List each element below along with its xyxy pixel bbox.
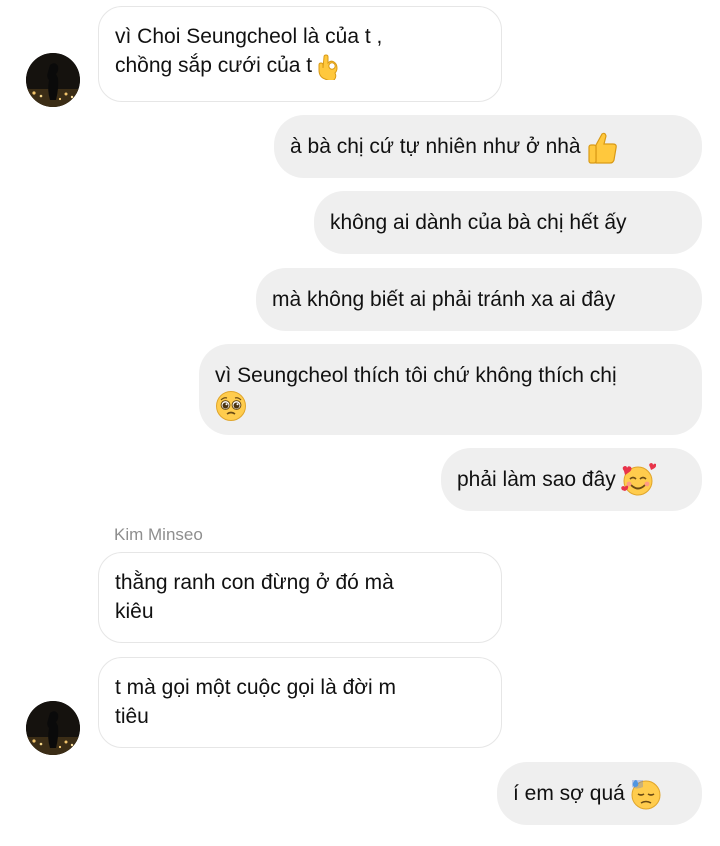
message-text-line: chồng sắp cưới của t <box>115 51 483 81</box>
outgoing-message[interactable]: í em sợ quá <box>497 762 702 825</box>
message-text-line: t mà gọi một cuộc gọi là đời m <box>115 676 397 699</box>
message-text: à bà chị cứ tự nhiên như ở nhà <box>290 135 581 158</box>
outgoing-message[interactable]: mà không biết ai phải tránh xa ai đây <box>256 268 702 331</box>
message-text-line: vì Seungcheol thích tôi chứ không thích … <box>215 364 617 387</box>
message-text: chồng sắp cưới của t <box>115 54 313 77</box>
incoming-message[interactable]: vì Choi Seungcheol là của t , chồng sắp … <box>98 6 502 102</box>
contact-avatar[interactable] <box>26 53 80 107</box>
avatar-photo <box>26 53 80 107</box>
outgoing-message[interactable]: à bà chị cứ tự nhiên như ở nhà <box>274 115 702 178</box>
incoming-message[interactable]: t mà gọi một cuộc gọi là đời m tiêu <box>98 657 502 748</box>
pleading-face-icon <box>215 390 247 422</box>
sender-name: Kim Minseo <box>114 525 203 544</box>
avatar-photo <box>26 701 80 755</box>
smiling-face-with-hearts-icon <box>620 462 656 497</box>
message-text: mà không biết ai phải tránh xa ai đây <box>272 288 616 311</box>
outgoing-message[interactable]: phải làm sao đây <box>441 448 702 511</box>
message-text-line: vì Choi Seungcheol là của t , <box>115 25 383 48</box>
message-text: í em sợ quá <box>513 782 625 805</box>
message-text-line: kiêu <box>115 600 154 623</box>
message-text-line <box>215 390 684 422</box>
message-text-line: thằng ranh con đừng ở đó mà <box>115 571 394 594</box>
contact-avatar[interactable] <box>26 701 80 755</box>
outgoing-message[interactable]: vì Seungcheol thích tôi chứ không thích … <box>199 344 702 435</box>
incoming-message[interactable]: thằng ranh con đừng ở đó mà kiêu <box>98 552 502 643</box>
message-text-line: tiêu <box>115 705 149 728</box>
message-text: phải làm sao đây <box>457 468 616 491</box>
ok-hand-icon <box>316 52 342 81</box>
thumbs-up-icon <box>585 130 619 164</box>
message-text: không ai dành của bà chị hết ấy <box>330 211 627 234</box>
downcast-face-with-sweat-icon <box>629 777 663 811</box>
outgoing-message[interactable]: không ai dành của bà chị hết ấy <box>314 191 702 254</box>
